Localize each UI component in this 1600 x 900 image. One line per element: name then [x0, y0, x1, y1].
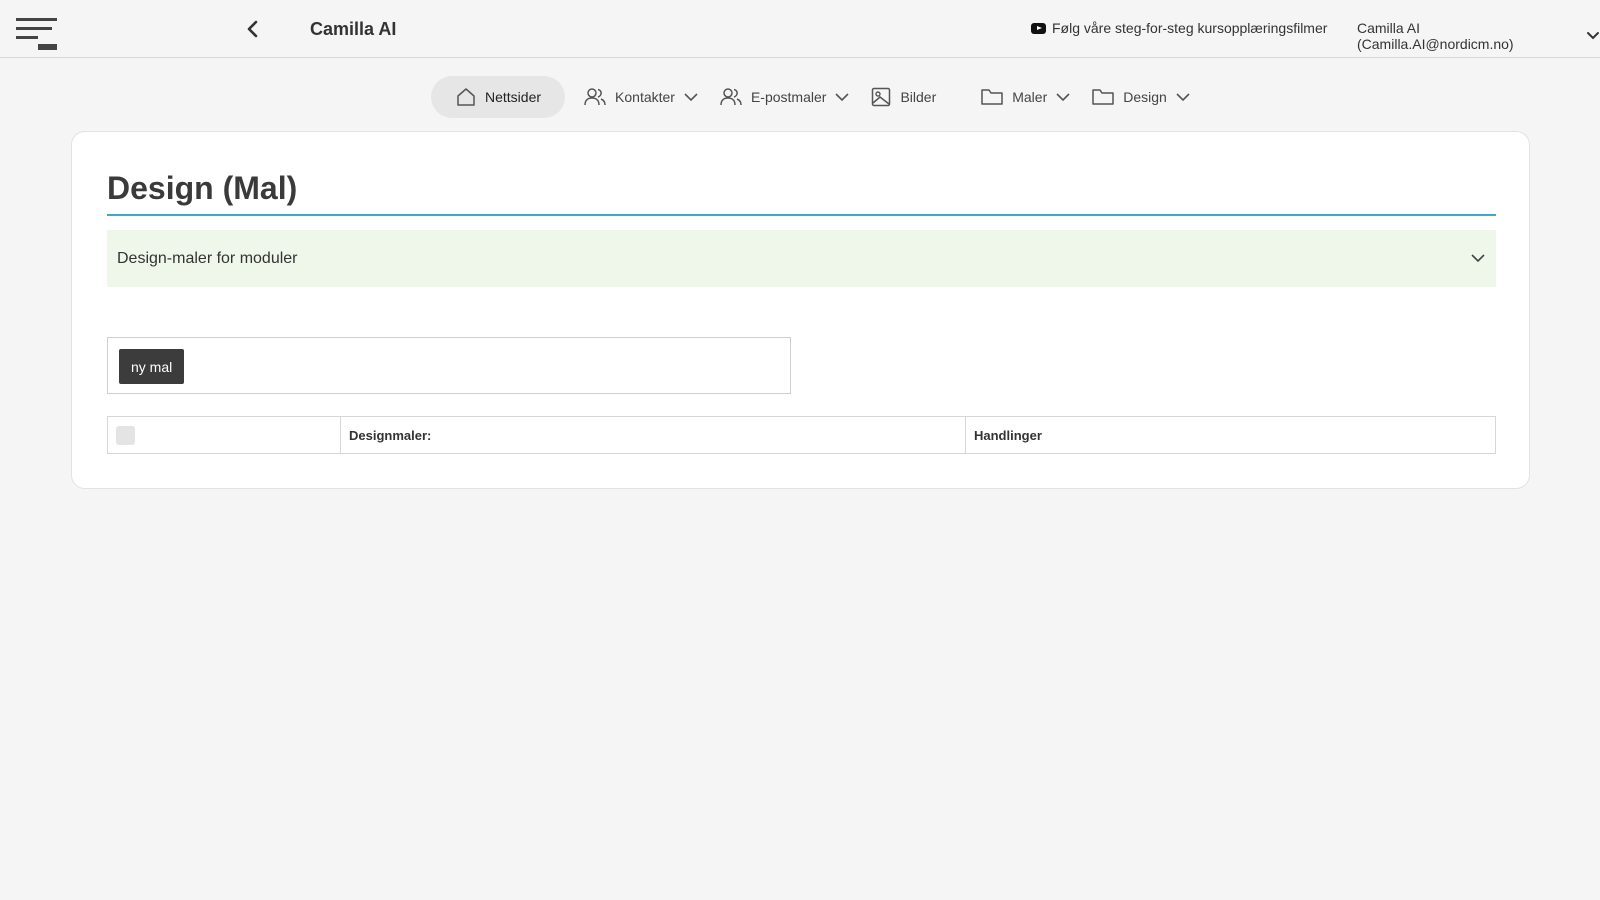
- chevron-down-icon: [1056, 93, 1070, 102]
- nav-label: Kontakter: [615, 89, 675, 105]
- folder-icon: [1092, 89, 1114, 105]
- new-template-button[interactable]: ny mal: [119, 349, 185, 384]
- chevron-down-icon: [1471, 254, 1485, 263]
- nav-label: Nettsider: [485, 89, 542, 105]
- chevron-down-icon: [1587, 32, 1600, 40]
- content-card: Design (Mal) Design-maler for moduler ny…: [71, 131, 1530, 489]
- folder-icon: [981, 89, 1003, 105]
- page-title: Design (Mal): [107, 170, 298, 206]
- nav-item-maler[interactable]: Maler: [970, 76, 1081, 118]
- nav-item-bilder[interactable]: Bilder: [860, 76, 946, 118]
- user-menu-label: Camilla AI (Camilla.AI@nordicm.no): [1357, 20, 1514, 52]
- nav-label: Maler: [1012, 89, 1048, 105]
- nav-label: Design: [1123, 89, 1167, 105]
- column-header-handlinger: Handlinger: [974, 427, 1042, 443]
- top-bar: Camilla AI Følg våre steg-for-steg kurso…: [0, 0, 1600, 58]
- youtube-icon: [1031, 22, 1046, 34]
- users-icon: [720, 88, 742, 106]
- templates-table-header: Designmaler: Handlinger: [107, 416, 1496, 454]
- new-template-panel: ny mal: [107, 337, 791, 394]
- menu-icon[interactable]: [16, 16, 60, 52]
- design-templates-accordion[interactable]: Design-maler for moduler: [107, 230, 1496, 287]
- main-nav: Nettsider Kontakter E-postmaler Bilder M…: [431, 76, 1201, 118]
- chevron-down-icon: [1176, 93, 1190, 102]
- select-all-cell: [108, 417, 341, 453]
- app-title: Camilla AI: [310, 19, 397, 39]
- users-icon: [584, 88, 606, 106]
- select-all-checkbox[interactable]: [116, 425, 135, 445]
- nav-label: Bilder: [900, 89, 937, 105]
- chevron-down-icon: [835, 93, 850, 102]
- training-videos-link[interactable]: Følg våre steg-for-steg kursopplæringsfi…: [1031, 20, 1327, 36]
- nav-item-nettsider[interactable]: Nettsider: [431, 76, 566, 118]
- back-chevron-icon[interactable]: [243, 18, 263, 40]
- column-header-designmaler[interactable]: Designmaler:: [341, 417, 966, 453]
- user-menu[interactable]: Camilla AI (Camilla.AI@nordicm.no): [1357, 20, 1600, 52]
- nav-item-design[interactable]: Design: [1081, 76, 1201, 118]
- accordion-label: Design-maler for moduler: [117, 249, 298, 267]
- home-icon: [457, 88, 475, 106]
- title-divider: [107, 214, 1496, 216]
- nav-label: E-postmaler: [750, 89, 827, 105]
- image-icon: [872, 87, 891, 107]
- nav-item-e-postmaler[interactable]: E-postmaler: [709, 76, 860, 118]
- nav-item-kontakter[interactable]: Kontakter: [573, 76, 709, 118]
- chevron-down-icon: [684, 93, 698, 102]
- training-link-label: Følg våre steg-for-steg kursopplæringsfi…: [1052, 20, 1328, 36]
